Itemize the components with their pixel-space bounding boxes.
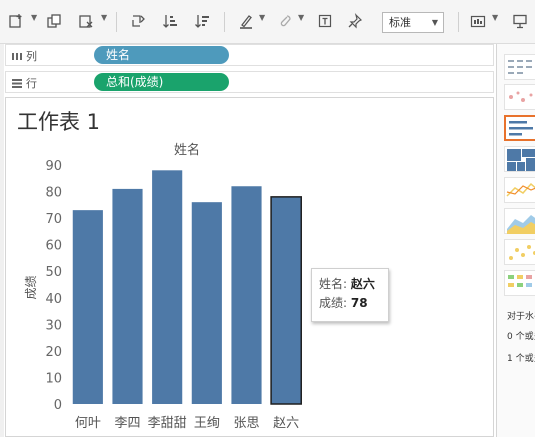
tooltip: 姓名: 赵六 成绩: 78 <box>311 268 389 322</box>
tooltip-score-label: 成绩: <box>319 296 348 310</box>
bar-何叶[interactable] <box>72 210 103 404</box>
bar-王绚[interactable] <box>191 202 222 404</box>
bar-李甜甜[interactable] <box>152 170 183 404</box>
columns-icon <box>12 53 22 60</box>
highlight-caret-icon[interactable]: ▼ <box>259 13 265 22</box>
bar-张思[interactable] <box>231 186 262 404</box>
x-tick-label: 李甜甜 <box>148 415 187 431</box>
rows-label: 行 <box>26 77 37 90</box>
columns-shelf-label: 列 <box>12 48 37 64</box>
chevron-down-icon: ▼ <box>431 18 438 27</box>
tooltip-name-row: 姓名: 赵六 <box>319 275 381 294</box>
y-tick-label: 50 <box>45 265 62 280</box>
text-table-thumbnail[interactable] <box>504 54 535 80</box>
x-tick-label: 王绚 <box>194 416 220 431</box>
x-tick-label: 张思 <box>233 416 259 431</box>
horizontal-bars-thumbnail[interactable] <box>504 115 535 141</box>
bars <box>72 170 302 405</box>
group-caret-icon[interactable]: ▼ <box>298 13 304 22</box>
show-me-hint-2: 0 个或多 <box>507 332 535 342</box>
y-tick-label: 60 <box>45 239 62 254</box>
group-members-icon[interactable] <box>275 10 295 32</box>
columns-label: 列 <box>26 50 37 63</box>
clear-sheet-icon[interactable] <box>76 10 96 32</box>
left-panel-edge <box>0 44 4 437</box>
y-axis-title: 成绩 <box>24 275 38 299</box>
clear-sheet-caret-icon[interactable]: ▼ <box>101 13 107 22</box>
rows-icon <box>12 79 22 88</box>
x-axis: 何叶 李四 李甜甜 王绚 张思 赵六 <box>75 415 299 431</box>
swap-rows-columns-icon[interactable] <box>128 10 148 32</box>
x-tick-label: 李四 <box>114 416 140 431</box>
toolbar-divider <box>458 12 459 32</box>
tooltip-score-value: 78 <box>350 296 368 310</box>
new-data-source-icon[interactable] <box>6 10 26 32</box>
treemap-thumbnail[interactable] <box>504 146 535 172</box>
bar-chart[interactable]: 0102030405060708090 何叶 李四 李甜甜 王绚 张思 赵六 姓名 成绩 <box>6 98 495 437</box>
y-tick-label: 80 <box>45 186 62 201</box>
map-thumbnail[interactable] <box>504 84 535 110</box>
y-tick-label: 0 <box>54 398 62 413</box>
lines-thumbnail[interactable] <box>504 177 535 203</box>
new-data-source-caret-icon[interactable]: ▼ <box>31 13 37 22</box>
toolbar-divider <box>224 12 225 32</box>
show-labels-icon[interactable] <box>315 10 335 32</box>
columns-field-pill[interactable]: 姓名 <box>94 46 229 64</box>
rows-shelf[interactable]: 行 总和(成绩) <box>5 71 494 93</box>
toolbar: ▼ ▼ ▼ ▼ 标准 ▼ ▼ <box>0 0 535 44</box>
toolbar-divider <box>116 12 117 32</box>
sort-descending-icon[interactable] <box>192 10 212 32</box>
y-tick-label: 90 <box>45 159 62 174</box>
y-axis: 0 10 20 30 40 50 60 70 80 90 <box>45 159 62 413</box>
bar-赵六[interactable] <box>270 196 302 405</box>
x-axis-title: 姓名 <box>174 142 200 158</box>
y-tick-label: 30 <box>45 318 62 333</box>
tooltip-name-label: 姓名: <box>319 277 348 291</box>
y-tick-label: 10 <box>45 371 62 386</box>
fit-select[interactable]: 标准 ▼ <box>382 12 444 33</box>
y-tick-label: 40 <box>45 292 62 307</box>
x-tick-label: 赵六 <box>273 416 299 431</box>
highlight-table-thumbnail[interactable] <box>504 270 535 296</box>
area-thumbnail[interactable] <box>504 208 535 234</box>
duplicate-icon[interactable] <box>44 10 64 32</box>
fit-select-value: 标准 <box>389 16 411 29</box>
show-cards-caret-icon[interactable]: ▼ <box>492 13 498 22</box>
y-tick-label: 70 <box>45 212 62 227</box>
show-me-panel: 对于水平 0 个或多 1 个或多 <box>496 44 535 437</box>
rows-shelf-label: 行 <box>12 75 37 91</box>
tooltip-name-value: 赵六 <box>350 277 375 291</box>
columns-shelf[interactable]: 列 姓名 <box>5 44 494 66</box>
rows-field-pill[interactable]: 总和(成绩) <box>94 73 229 91</box>
tooltip-score-row: 成绩: 78 <box>319 294 381 313</box>
worksheet: 工作表 1 0 10 20 30 40 50 60 70 80 90 何叶 李四 李甜甜 王绚 张思 赵六 … <box>5 97 494 437</box>
presentation-icon[interactable] <box>510 10 530 32</box>
scatter-thumbnail[interactable] <box>504 239 535 265</box>
show-me-hint-3: 1 个或多 <box>507 354 535 364</box>
show-cards-icon[interactable] <box>468 10 488 32</box>
highlight-pen-icon[interactable] <box>236 10 256 32</box>
sort-ascending-icon[interactable] <box>160 10 180 32</box>
show-me-hint-1: 对于水平 <box>507 312 535 322</box>
y-tick-label: 20 <box>45 345 62 360</box>
bar-李四[interactable] <box>112 188 143 404</box>
pin-icon[interactable] <box>345 10 365 32</box>
x-tick-label: 何叶 <box>75 415 101 431</box>
